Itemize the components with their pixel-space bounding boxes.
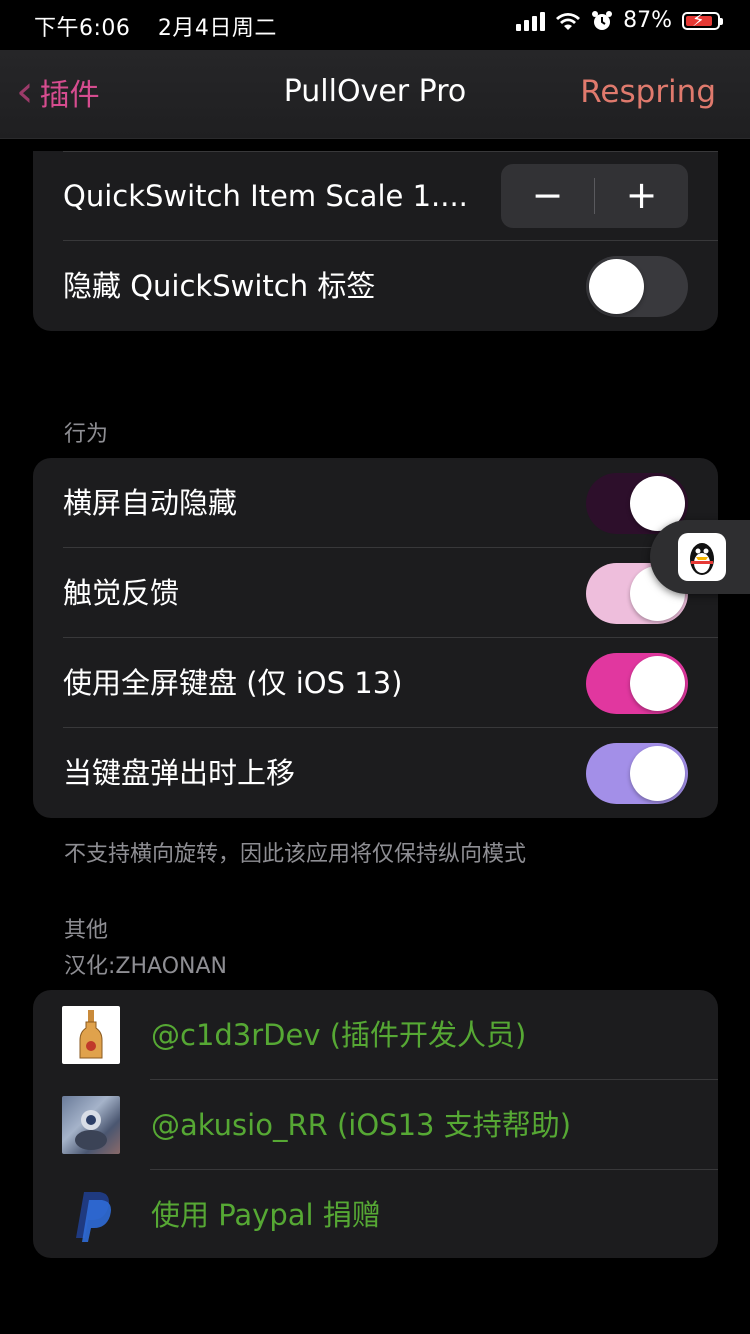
paypal-donate-row[interactable]: 使用 Paypal 捐赠 xyxy=(33,1170,718,1258)
floating-qq-button[interactable] xyxy=(650,520,750,594)
keyboard-shift-label: 当键盘弹出时上移 xyxy=(63,756,296,790)
behavior-group: 横屏自动隐藏 触觉反馈 使用全屏键盘 (仅 iOS 13) 当键盘弹出时上移 xyxy=(33,458,718,818)
toggle-knob xyxy=(630,656,685,711)
behavior-section-header: 行为 xyxy=(64,422,109,447)
qq-penguin-icon xyxy=(678,533,726,581)
item-scale-row: QuickSwitch Item Scale 1.... − + xyxy=(33,151,718,241)
developer-link-row[interactable]: @c1d3rDev (插件开发人员) xyxy=(33,990,718,1080)
toggle-knob xyxy=(630,746,685,801)
increment-button[interactable]: + xyxy=(595,164,688,228)
fullscreen-keyboard-row: 使用全屏键盘 (仅 iOS 13) xyxy=(33,638,718,728)
developer-link-label: @c1d3rDev (插件开发人员) xyxy=(151,1018,527,1052)
item-scale-stepper: − + xyxy=(501,164,688,228)
toggle-knob xyxy=(589,259,644,314)
helper-link-row[interactable]: @akusio_RR (iOS13 支持帮助) xyxy=(33,1080,718,1170)
helper-link-label: @akusio_RR (iOS13 支持帮助) xyxy=(151,1108,572,1142)
alarm-icon xyxy=(592,10,613,30)
fullscreen-keyboard-toggle[interactable] xyxy=(586,653,688,714)
battery-icon: ⚡ xyxy=(682,10,723,31)
landscape-autohide-row: 横屏自动隐藏 xyxy=(33,458,718,548)
haptic-feedback-label: 触觉反馈 xyxy=(63,576,180,610)
landscape-autohide-label: 横屏自动隐藏 xyxy=(63,486,238,520)
wifi-icon xyxy=(556,12,581,30)
status-bar: 下午6:06 2月4日周二 87% ⚡ xyxy=(0,0,750,50)
other-section-header: 其他 xyxy=(64,918,109,943)
status-left: 下午6:06 2月4日周二 xyxy=(34,10,277,42)
hide-label-row: 隐藏 QuickSwitch 标签 xyxy=(33,241,718,331)
fullscreen-keyboard-label: 使用全屏键盘 (仅 iOS 13) xyxy=(63,666,403,700)
status-time: 下午6:06 xyxy=(34,16,131,41)
bottle-icon xyxy=(62,1006,120,1064)
hide-label-label: 隐藏 QuickSwitch 标签 xyxy=(63,269,376,303)
paypal-donate-label: 使用 Paypal 捐赠 xyxy=(151,1198,381,1232)
localization-credit: 汉化:ZHAONAN xyxy=(64,954,227,979)
haptic-feedback-row: 触觉反馈 xyxy=(33,548,718,638)
keyboard-shift-row: 当键盘弹出时上移 xyxy=(33,728,718,818)
other-group: @c1d3rDev (插件开发人员) @akusio_RR (iOS13 支持帮… xyxy=(33,990,718,1258)
cellular-signal-icon xyxy=(516,11,546,31)
navigation-bar: ‹ 插件 PullOver Pro Respring xyxy=(0,50,750,139)
keyboard-shift-toggle[interactable] xyxy=(586,743,688,804)
screen: 下午6:06 2月4日周二 87% ⚡ ‹ 插件 PullOver Pro Re… xyxy=(0,0,750,1334)
status-date: 2月4日周二 xyxy=(157,16,277,41)
decrement-button[interactable]: − xyxy=(501,164,594,228)
battery-percent: 87% xyxy=(623,8,672,33)
behavior-footer-note: 不支持横向旋转，因此该应用将仅保持纵向模式 xyxy=(64,842,527,867)
hide-label-toggle[interactable] xyxy=(586,256,688,317)
quickswitch-group: QuickSwitch Item Scale 1.... − + 隐藏 Quic… xyxy=(33,151,718,331)
status-right: 87% ⚡ xyxy=(516,8,723,33)
avatar-photo xyxy=(62,1096,120,1154)
item-scale-label: QuickSwitch Item Scale 1.... xyxy=(63,179,468,213)
respring-button[interactable]: Respring xyxy=(580,74,716,110)
paypal-icon xyxy=(62,1186,120,1244)
